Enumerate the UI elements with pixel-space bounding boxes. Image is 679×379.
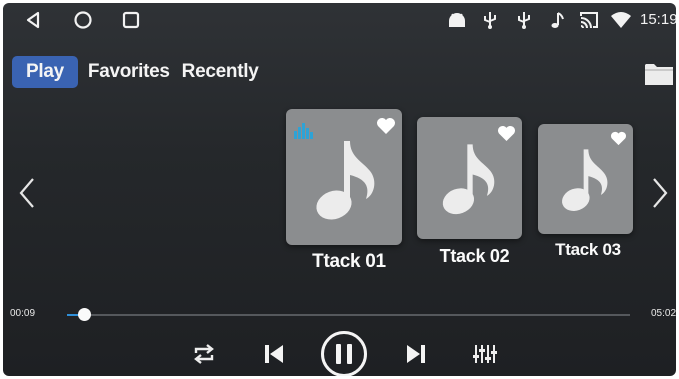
chevron-left-icon[interactable] [17,173,37,213]
track-card-3[interactable] [538,124,633,234]
pause-button[interactable] [320,330,368,376]
music-player-screen: 15:19 Play Favorites Recently Ttack 01 T… [3,3,676,376]
track-title-3: Ttack 03 [555,240,621,259]
recents-icon[interactable] [120,9,142,31]
equalizer-settings-icon[interactable] [470,340,500,368]
seek-bar[interactable] [67,308,630,321]
back-icon[interactable] [23,9,43,31]
folder-icon[interactable] [643,59,675,87]
total-time: 05:02 [651,308,676,319]
music-note-icon [557,144,615,221]
android-icon [446,9,468,31]
status-clock: 15:19 [640,11,676,28]
elapsed-time: 00:09 [10,308,36,319]
skip-next-icon[interactable] [402,340,430,368]
tab-recently[interactable]: Recently [176,56,265,88]
skip-previous-icon[interactable] [260,340,288,368]
music-note-icon [548,9,566,31]
usb-icon [480,9,500,31]
track-card-1[interactable] [286,109,402,245]
track-title-1: Ttack 01 [312,251,386,272]
status-bar: 15:19 [3,3,676,37]
chevron-right-icon[interactable] [650,173,670,213]
tab-play[interactable]: Play [12,56,78,88]
pause-icon [321,331,367,376]
track-card-2[interactable] [417,117,522,239]
repeat-icon[interactable] [189,340,219,368]
seek-knob[interactable] [77,308,91,321]
cast-icon [577,9,601,31]
track-title-2: Ttack 02 [439,246,510,266]
home-icon[interactable] [72,9,94,31]
usb-icon [514,9,534,31]
wifi-icon [609,9,633,31]
tab-bar: Play Favorites Recently [12,55,264,89]
music-note-icon [437,139,503,224]
music-note-icon [310,135,384,230]
tab-favorites[interactable]: Favorites [82,56,176,88]
